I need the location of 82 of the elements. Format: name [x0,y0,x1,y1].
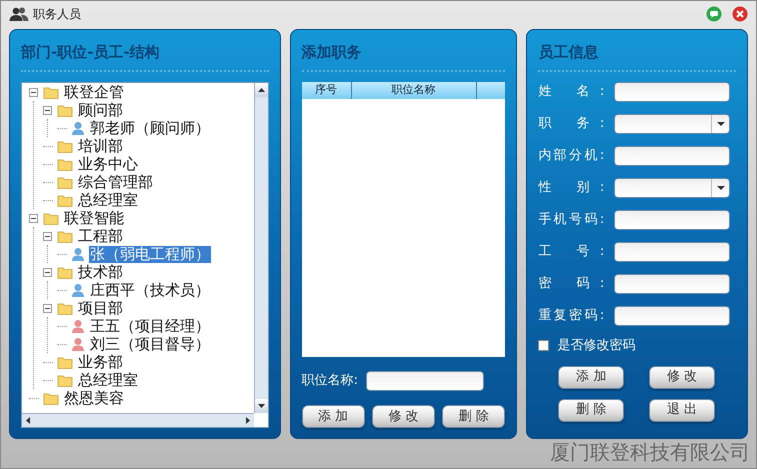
panel-title: 员工信息 [538,43,598,61]
company-name: 厦门联登科技有限公司 [550,439,750,465]
action-button[interactable]: 添 加 [558,366,624,388]
text-field[interactable] [614,210,730,230]
tree-item[interactable]: 庄西平（技术员） [89,282,211,298]
field-label: 手机号码: [538,211,604,230]
tree-item[interactable]: 刘三（项目督导） [89,336,211,352]
dropdown-field[interactable] [614,114,730,134]
tree-item[interactable]: 联登智能 [63,210,125,226]
folder-icon [43,86,59,98]
tree-item[interactable]: 技术部 [77,264,124,280]
field-label: 职 务: [538,115,604,134]
folder-icon [57,230,73,242]
scroll-left-icon[interactable] [26,417,30,424]
folder-icon [57,356,73,368]
dropdown-arrow-icon[interactable] [716,186,725,190]
text-field[interactable] [614,306,730,326]
text-field[interactable] [614,242,730,262]
checkbox-label: 是否修改密码 [557,337,636,355]
dropdown-arrow-icon[interactable] [716,122,725,126]
column-header[interactable]: 职位名称 [352,82,477,99]
folder-icon [57,158,73,170]
field-label: 性 别: [538,179,604,198]
folder-icon [57,374,73,386]
position-name-field[interactable] [366,371,484,391]
tree-item[interactable]: 业务中心 [77,156,139,172]
action-button[interactable]: 修 改 [372,405,435,428]
tree-item[interactable]: 然恩美容 [63,390,125,406]
text-field[interactable] [614,146,730,166]
tree-item[interactable]: 工程部 [77,228,124,244]
chat-icon[interactable] [706,6,722,22]
vertical-scrollbar[interactable] [254,83,268,413]
tree-item[interactable]: 项目部 [77,300,124,316]
folder-icon [57,266,73,278]
text-field[interactable] [614,274,730,294]
collapse-toggle[interactable] [43,268,52,276]
column-header[interactable]: 序号 [302,82,352,99]
panel-title: 部门-职位-员工-结构 [21,43,160,61]
collapse-toggle[interactable] [29,214,38,222]
action-button[interactable]: 退 出 [649,398,716,422]
folder-icon [43,212,59,224]
horizontal-scrollbar[interactable] [22,413,254,427]
folder-icon [43,392,59,404]
tree-item[interactable]: 业务部 [77,354,124,370]
folder-icon [57,104,73,116]
tree-item[interactable]: 王五（项目经理） [89,318,211,334]
tree-item[interactable]: 联登企管 [63,84,125,100]
action-button[interactable]: 删 除 [558,398,624,422]
dropdown-field[interactable] [614,178,730,198]
tree-item[interactable]: 总经理室 [77,372,139,388]
window-title: 职务人员 [33,6,81,23]
action-button[interactable]: 添 加 [302,405,365,428]
field-label: 重复密码: [538,307,604,326]
tree-item[interactable]: 综合管理部 [77,174,154,190]
tree-item[interactable]: 培训部 [77,138,124,154]
tree-item[interactable]: 总经理室 [77,192,139,208]
field-label: 工 号: [538,243,604,262]
checkbox[interactable] [538,340,550,352]
scroll-up-icon[interactable] [258,88,265,92]
panel-title: 添加职务 [302,43,362,61]
users-icon [9,7,29,21]
folder-icon [57,194,73,206]
folder-icon [57,176,73,188]
tree-item[interactable]: 郭老师（顾问师） [89,120,211,136]
text-field[interactable] [614,82,730,102]
tree-item[interactable]: 张（弱电工程师） [89,246,211,262]
scroll-down-icon[interactable] [258,404,265,408]
action-button[interactable]: 删 除 [442,405,506,428]
folder-icon [57,140,73,152]
field-label: 职位名称: [302,372,358,390]
tree-item[interactable]: 顾问部 [77,102,124,118]
collapse-toggle[interactable] [43,304,52,312]
collapse-toggle[interactable] [29,88,38,96]
collapse-toggle[interactable] [43,106,52,114]
field-label: 密 码: [538,275,604,294]
close-icon[interactable] [732,6,748,22]
field-label: 内部分机: [538,147,604,166]
action-button[interactable]: 修 改 [649,366,716,388]
field-label: 姓 名: [538,83,604,102]
collapse-toggle[interactable] [43,232,52,240]
folder-icon [57,302,73,314]
scroll-right-icon[interactable] [246,417,250,424]
